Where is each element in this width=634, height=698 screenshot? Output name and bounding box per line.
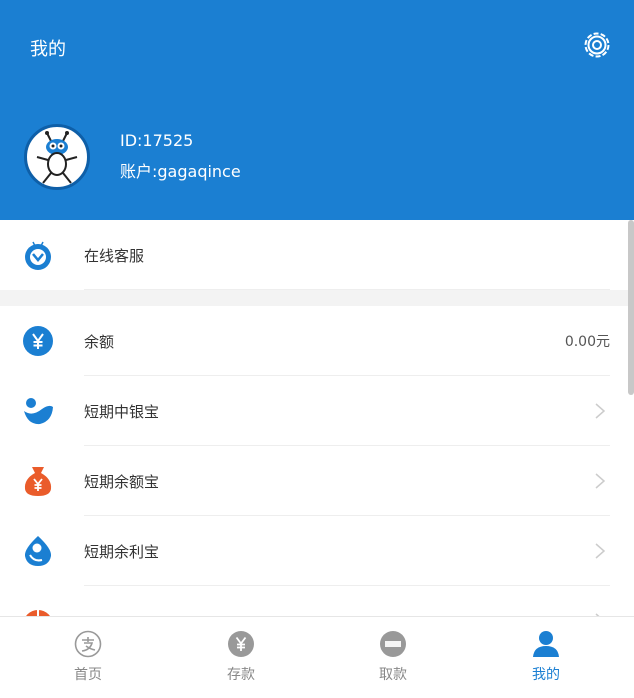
profile-header: 我的 ID:17525 账户:gagaqince (0, 0, 634, 220)
tab-withdraw[interactable]: 取款 (314, 617, 472, 698)
menu-row-yulibao[interactable]: 短期余利宝 (0, 516, 634, 586)
service-row[interactable]: 在线客服 (0, 220, 634, 290)
menu-row-zhongyinbao[interactable]: 短期中银宝 (0, 376, 634, 446)
customer-service-icon (22, 239, 54, 271)
chevron-right-icon (595, 403, 606, 419)
alipay-icon (74, 630, 102, 658)
service-label: 在线客服 (84, 247, 145, 265)
avatar[interactable] (24, 124, 90, 190)
tab-bar: 首页 存款 取款 我的 (0, 616, 634, 698)
ant-mascot-avatar (36, 131, 78, 184)
page-title: 我的 (30, 39, 66, 60)
tab-label: 存款 (227, 667, 255, 683)
menu-row-yuebao[interactable]: 短期余额宝 (0, 446, 634, 516)
atm-icon (380, 631, 406, 657)
user-account: 账户:gagaqince (120, 162, 241, 181)
scrollbar[interactable] (628, 220, 634, 395)
menu-label: 短期余利宝 (84, 543, 160, 561)
tab-label: 我的 (532, 667, 560, 683)
menu-label: 短期余额宝 (84, 473, 160, 491)
settings-button[interactable] (582, 30, 612, 60)
tab-home[interactable]: 首页 (9, 617, 167, 698)
yuan-circle-icon (228, 631, 254, 657)
tab-label: 取款 (379, 667, 407, 683)
balance-value: 0.00元 (564, 334, 610, 350)
tab-deposit[interactable]: 存款 (162, 617, 320, 698)
menu-row-balance[interactable]: 余额 0.00元 (0, 306, 634, 376)
money-bag-icon (22, 465, 54, 497)
tab-mine[interactable]: 我的 (467, 617, 625, 698)
gear-icon (584, 32, 610, 58)
chevron-right-icon (595, 473, 606, 489)
yuan-circle-icon (22, 325, 54, 357)
user-id: ID:17525 (120, 131, 194, 150)
chevron-right-icon (595, 543, 606, 559)
blue-drop-icon (22, 535, 54, 567)
section-gap (0, 290, 634, 306)
tab-label: 首页 (74, 667, 102, 683)
menu-label: 余额 (84, 333, 115, 351)
user-icon (533, 631, 559, 657)
blue-wave-icon (22, 395, 54, 427)
menu-label: 短期中银宝 (84, 403, 160, 421)
